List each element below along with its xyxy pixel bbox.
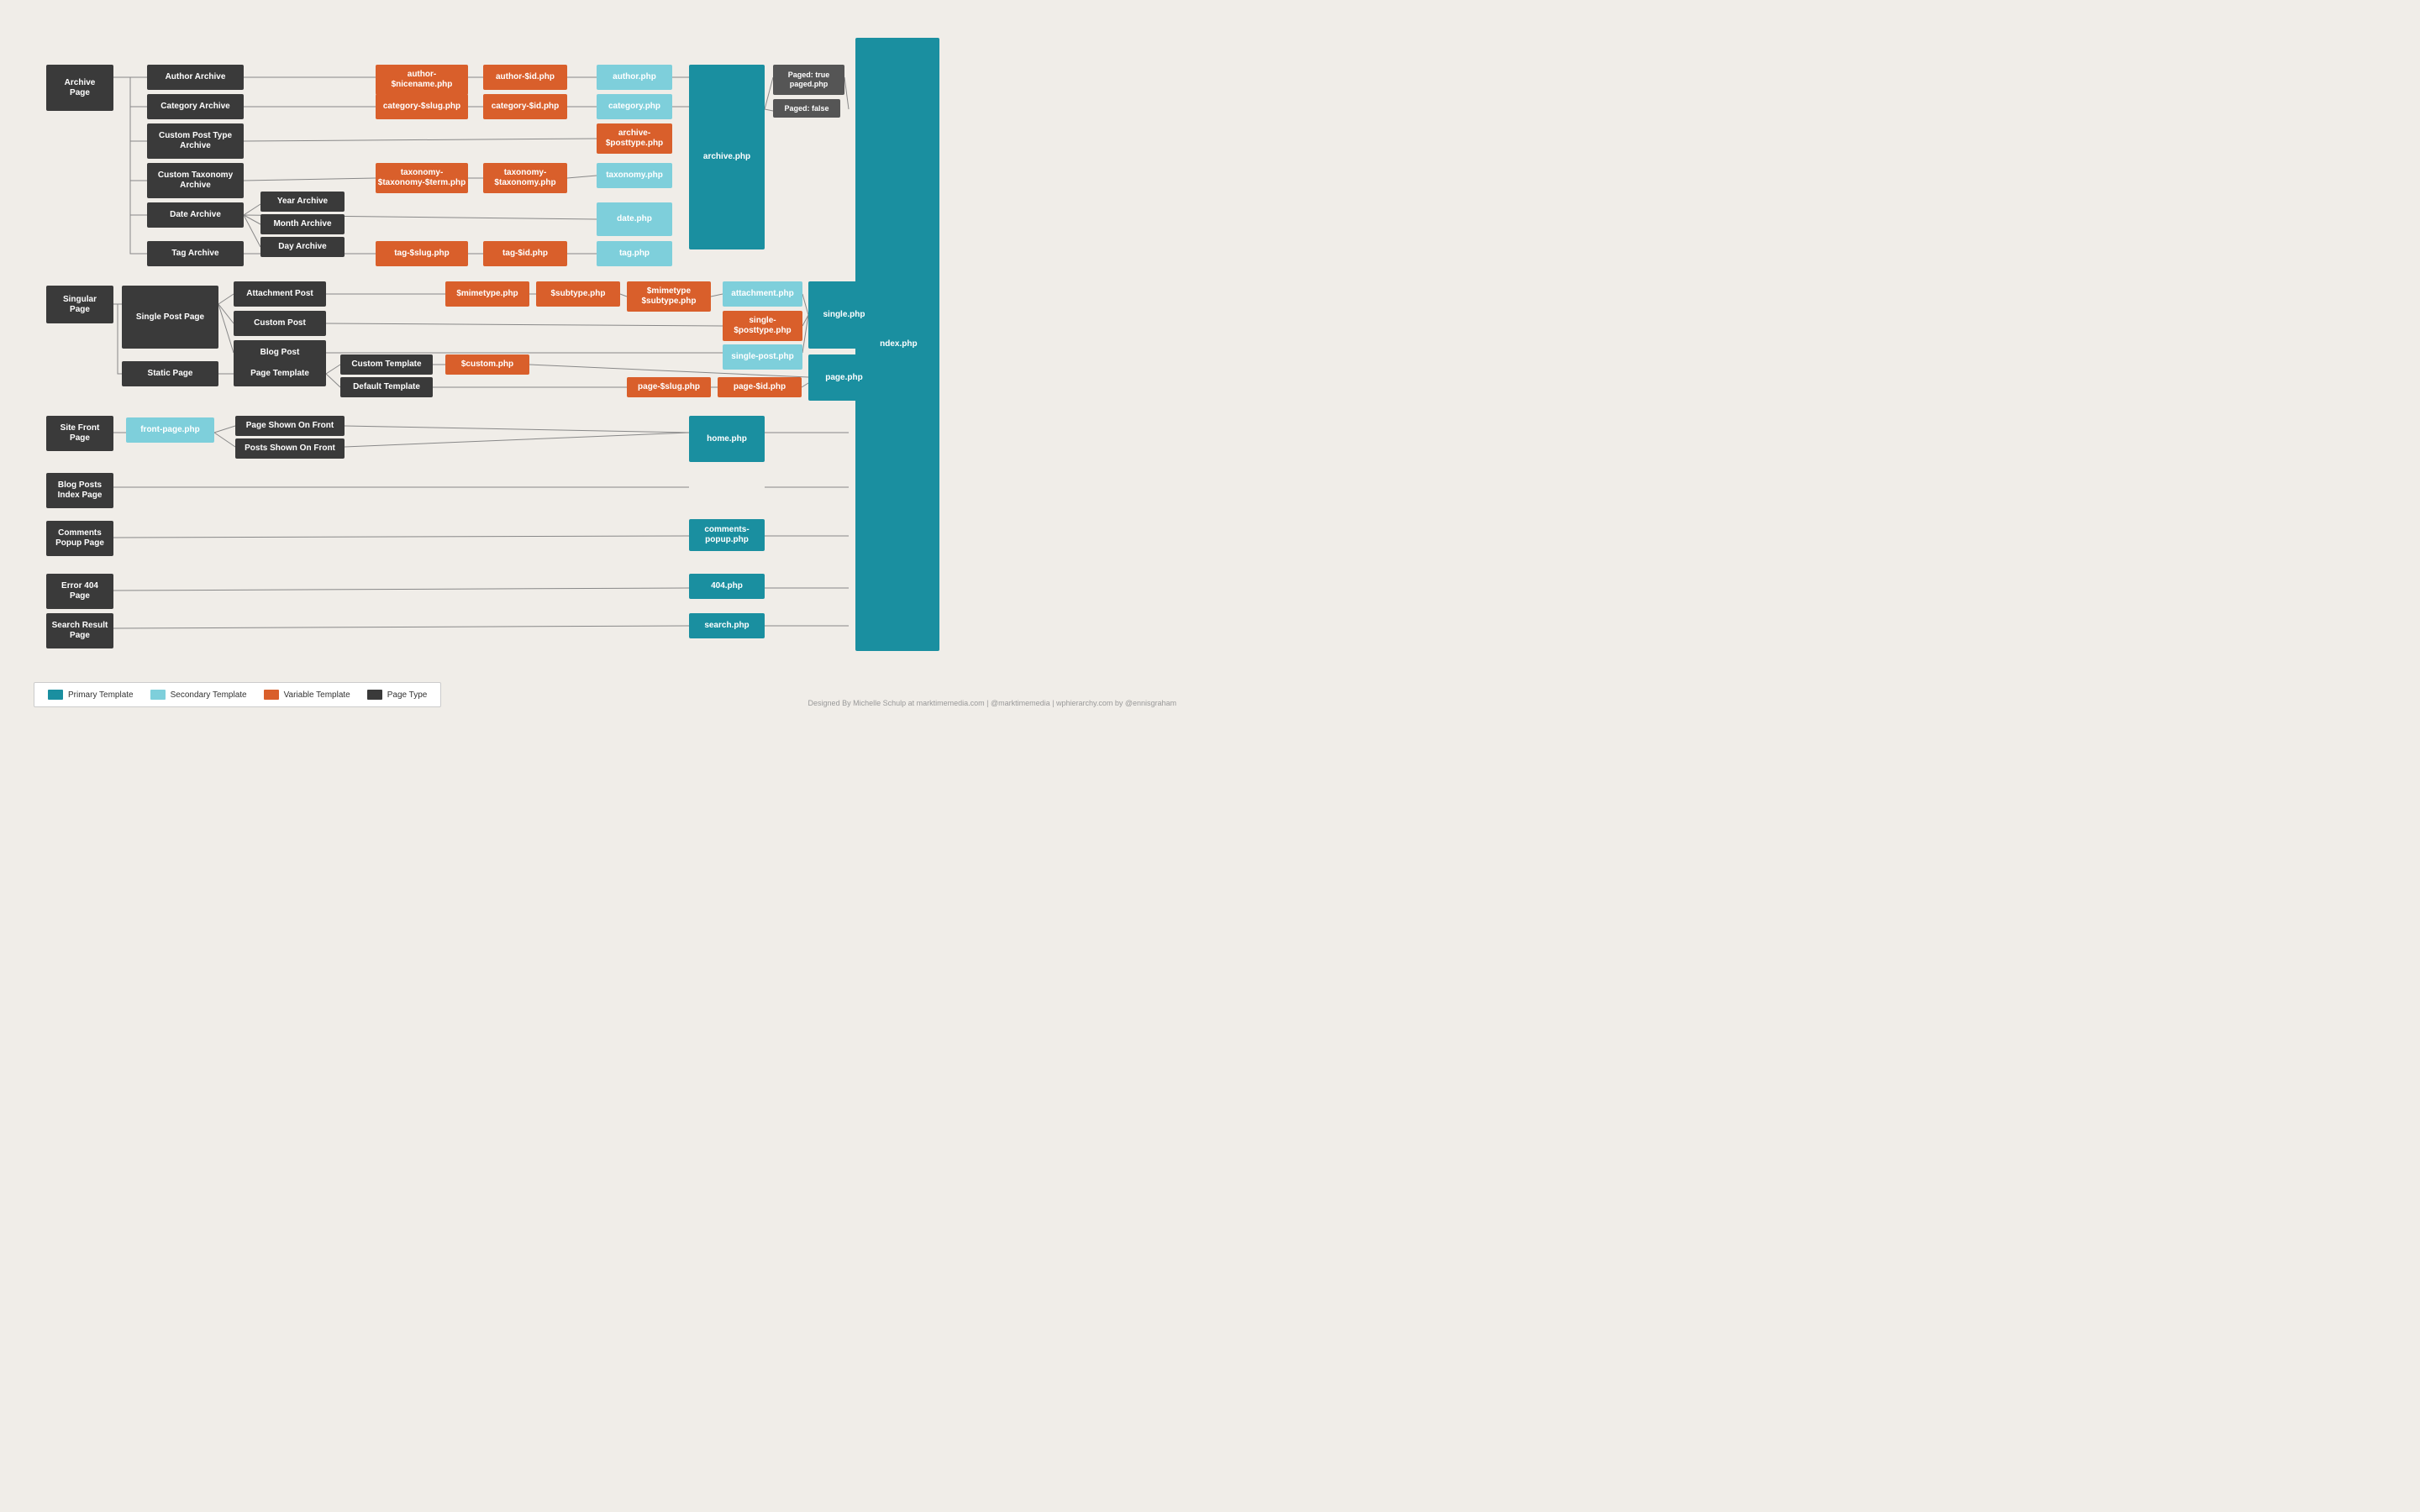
- category-php-node: category.php: [597, 94, 672, 119]
- mimetype-php-node: $mimetype.php: [445, 281, 529, 307]
- default-template-node: Default Template: [340, 377, 433, 397]
- legend-primary: Primary Template: [48, 690, 134, 700]
- tag-slug-node: tag-$slug.php: [376, 241, 468, 266]
- taxonomy-tax-node: taxonomy-$taxonomy.php: [483, 163, 567, 193]
- page-id-node: page-$id.php: [718, 377, 802, 397]
- legend-secondary-box: [150, 690, 166, 700]
- page-php-node: page.php: [808, 354, 880, 401]
- tag-id-node: tag-$id.php: [483, 241, 567, 266]
- tag-php-node: tag.php: [597, 241, 672, 266]
- month-archive-node: Month Archive: [260, 214, 345, 234]
- single-post-page-node: Single Post Page: [122, 286, 218, 349]
- front-page-php-node: front-page.php: [126, 417, 214, 443]
- page-template-node: Page Template: [234, 361, 326, 386]
- category-archive-node: Category Archive: [147, 94, 244, 119]
- custom-taxonomy-archive-node: Custom TaxonomyArchive: [147, 163, 244, 198]
- legend-pagetype: Page Type: [367, 690, 428, 700]
- category-slug-node: category-$slug.php: [376, 94, 468, 119]
- diagram-container: ArchivePage Author Archive Category Arch…: [0, 0, 1210, 722]
- mimetype-subtype-node: $mimetype$subtype.php: [627, 281, 711, 312]
- year-archive-node: Year Archive: [260, 192, 345, 212]
- custom-php-node: $custom.php: [445, 354, 529, 375]
- legend-pagetype-box: [367, 690, 382, 700]
- comments-popup-node: CommentsPopup Page: [46, 521, 113, 556]
- archive-php-node: archive.php: [689, 65, 765, 249]
- custom-post-node: Custom Post: [234, 311, 326, 336]
- 404-php-node: 404.php: [689, 574, 765, 599]
- day-archive-node: Day Archive: [260, 237, 345, 257]
- custom-template-node: Custom Template: [340, 354, 433, 375]
- date-archive-node: Date Archive: [147, 202, 244, 228]
- category-id-node: category-$id.php: [483, 94, 567, 119]
- attachment-post-node: Attachment Post: [234, 281, 326, 307]
- site-front-page-node: Site FrontPage: [46, 416, 113, 451]
- custom-post-type-archive-node: Custom Post TypeArchive: [147, 123, 244, 159]
- single-php-node: single.php: [808, 281, 880, 349]
- paged-false-node: Paged: false: [773, 99, 840, 118]
- home-php-node: home.php: [689, 416, 765, 462]
- blog-posts-index-node: Blog PostsIndex Page: [46, 473, 113, 508]
- legend: Primary Template Secondary Template Vari…: [34, 682, 441, 707]
- footer-text: Designed By Michelle Schulp at marktimem…: [808, 699, 1176, 707]
- taxonomy-term-node: taxonomy-$taxonomy-$term.php: [376, 163, 468, 193]
- legend-pagetype-label: Page Type: [387, 690, 428, 700]
- attachment-php-node: attachment.php: [723, 281, 802, 307]
- comments-popup-php-node: comments-popup.php: [689, 519, 765, 551]
- single-posttype-node: single-$posttype.php: [723, 311, 802, 341]
- author-nicename-node: author-$nicename.php: [376, 65, 468, 95]
- date-php-node: date.php: [597, 202, 672, 236]
- archive-page-node: ArchivePage: [46, 65, 113, 111]
- legend-variable-label: Variable Template: [284, 690, 350, 700]
- page-shown-on-front-node: Page Shown On Front: [235, 416, 345, 436]
- author-archive-node: Author Archive: [147, 65, 244, 90]
- tag-archive-node: Tag Archive: [147, 241, 244, 266]
- legend-primary-box: [48, 690, 63, 700]
- taxonomy-php-node: taxonomy.php: [597, 163, 672, 188]
- search-php-node: search.php: [689, 613, 765, 638]
- legend-variable: Variable Template: [264, 690, 350, 700]
- page-slug-node: page-$slug.php: [627, 377, 711, 397]
- single-post-php-node: single-post.php: [723, 344, 802, 370]
- singular-page-node: SingularPage: [46, 286, 113, 323]
- archive-posttype-node: archive-$posttype.php: [597, 123, 672, 154]
- posts-shown-on-front-node: Posts Shown On Front: [235, 438, 345, 459]
- author-php-node: author.php: [597, 65, 672, 90]
- legend-primary-label: Primary Template: [68, 690, 134, 700]
- search-result-node: Search ResultPage: [46, 613, 113, 648]
- error-404-node: Error 404Page: [46, 574, 113, 609]
- subtype-php-node: $subtype.php: [536, 281, 620, 307]
- paged-true-node: Paged: truepaged.php: [773, 65, 844, 95]
- legend-variable-box: [264, 690, 279, 700]
- legend-secondary-label: Secondary Template: [171, 690, 247, 700]
- static-page-node: Static Page: [122, 361, 218, 386]
- legend-secondary: Secondary Template: [150, 690, 247, 700]
- author-id-node: author-$id.php: [483, 65, 567, 90]
